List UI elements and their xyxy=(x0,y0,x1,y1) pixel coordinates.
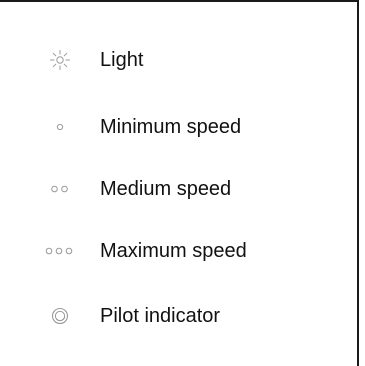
legend-item-light: Light xyxy=(0,43,355,77)
legend-label-medium-speed: Medium speed xyxy=(100,178,232,200)
legend-item-pilot-indicator: Pilot indicator xyxy=(0,299,355,333)
maximum-speed-icon xyxy=(28,234,92,268)
legend-item-medium-speed: Medium speed xyxy=(0,172,355,206)
medium-speed-icon xyxy=(28,172,92,206)
legend-label-maximum-speed: Maximum speed xyxy=(100,240,247,262)
minimum-speed-icon xyxy=(28,110,92,144)
legend-item-minimum-speed: Minimum speed xyxy=(0,110,355,144)
legend-label-light: Light xyxy=(100,49,144,71)
pilot-indicator-icon xyxy=(28,299,92,333)
legend-label-pilot-indicator: Pilot indicator xyxy=(100,305,221,327)
legend-label-minimum-speed: Minimum speed xyxy=(100,116,242,138)
legend-item-maximum-speed: Maximum speed xyxy=(0,234,355,268)
light-icon xyxy=(28,43,92,77)
legend-panel: Light Minimum speed Medium speed Maximum… xyxy=(0,0,359,366)
